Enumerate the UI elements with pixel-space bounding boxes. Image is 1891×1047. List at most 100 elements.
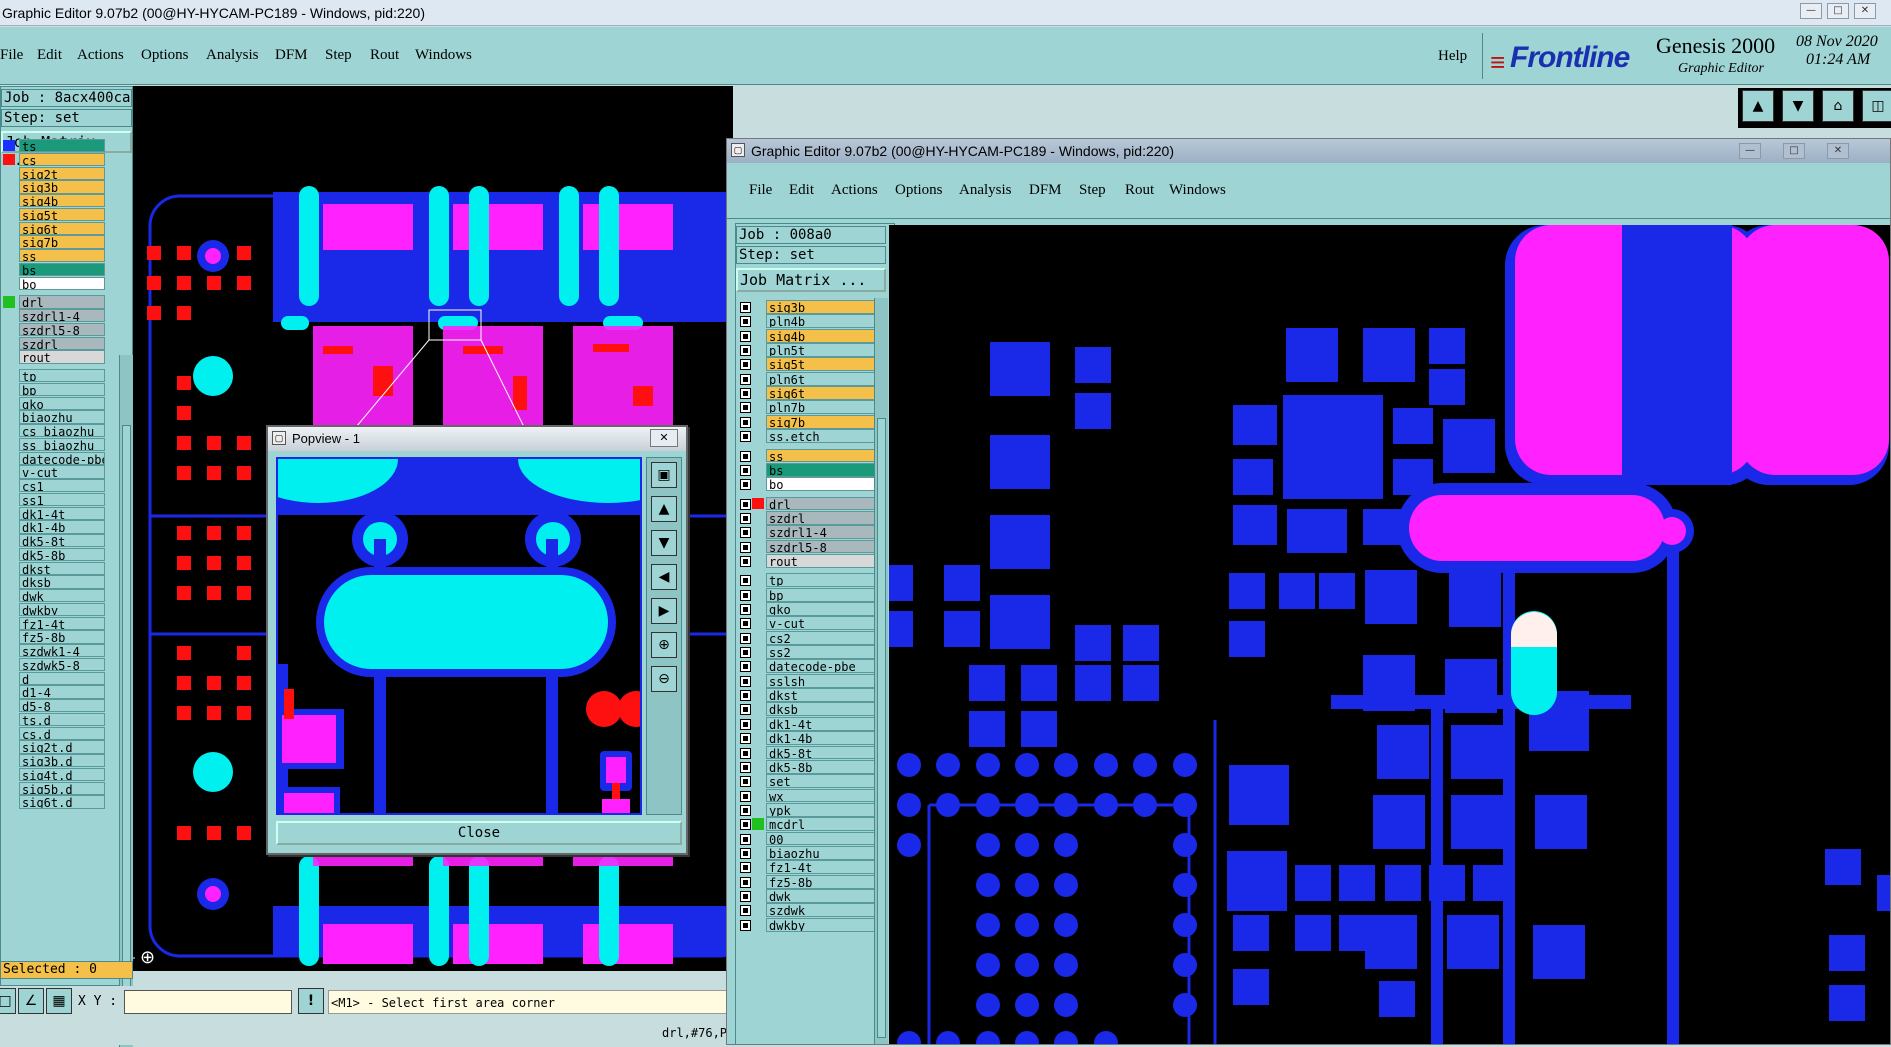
second-layer-name[interactable]: drl bbox=[766, 496, 878, 511]
main-layer-name[interactable]: d bbox=[19, 671, 105, 685]
main-layer-row[interactable]: dwkby bbox=[1, 602, 105, 617]
second-layer-row[interactable]: pln5t bbox=[736, 343, 878, 357]
second-layer-checkbox[interactable] bbox=[740, 733, 751, 745]
second-layer-row[interactable]: fz5-8b bbox=[736, 874, 878, 889]
main-menu-step[interactable]: Step bbox=[325, 48, 352, 63]
second-layer-name[interactable]: sig5t bbox=[766, 357, 878, 372]
main-layer-row[interactable]: sig3b bbox=[1, 180, 105, 194]
second-layer-name[interactable]: tp bbox=[766, 573, 878, 588]
second-layer-name[interactable]: ss.etch bbox=[766, 429, 878, 444]
second-layer-checkbox[interactable] bbox=[740, 761, 751, 773]
main-layer-name[interactable]: cs bbox=[19, 152, 105, 167]
second-layer-row[interactable]: mcdrl bbox=[736, 817, 878, 832]
second-layer-row[interactable]: rout bbox=[736, 553, 878, 568]
main-layer-name[interactable]: fz5-8b bbox=[19, 630, 105, 644]
main-layer-name[interactable]: szdrl bbox=[19, 336, 105, 350]
second-menu-step[interactable]: Step bbox=[1079, 183, 1106, 198]
main-layer-row[interactable]: biaozhu bbox=[1, 410, 105, 424]
main-layer-row[interactable]: dwk bbox=[1, 589, 105, 603]
main-layer-name[interactable]: sig7b bbox=[19, 235, 105, 249]
second-layer-name[interactable]: szdwk bbox=[766, 903, 878, 918]
main-layer-row[interactable]: rout bbox=[1, 350, 105, 364]
main-layer-row[interactable]: dk5-8b bbox=[1, 547, 105, 562]
second-layer-name[interactable]: bp bbox=[766, 587, 878, 602]
main-layer-row[interactable]: sig3b.d bbox=[1, 754, 105, 768]
second-layer-checkbox[interactable] bbox=[740, 498, 751, 510]
second-maximize-button[interactable]: □ bbox=[1783, 143, 1805, 159]
second-layer-checkbox[interactable] bbox=[740, 661, 751, 673]
second-layer-checkbox[interactable] bbox=[740, 604, 751, 615]
second-layer-row[interactable]: szdrl5-8 bbox=[736, 539, 878, 554]
second-layer-name[interactable]: 00 bbox=[766, 831, 878, 846]
second-layer-row[interactable]: dk1-4t bbox=[736, 716, 878, 731]
main-layer-row[interactable]: sig2t bbox=[1, 166, 105, 180]
main-layer-row[interactable]: cs bbox=[1, 152, 105, 167]
main-layer-name[interactable]: sig4t.d bbox=[19, 767, 105, 782]
second-layer-checkbox[interactable] bbox=[740, 819, 751, 831]
main-layer-name[interactable]: v-cut bbox=[19, 465, 105, 479]
second-layer-checkbox[interactable] bbox=[740, 479, 751, 491]
snap-icon[interactable]: □ bbox=[0, 988, 16, 1014]
second-layer-checkbox[interactable] bbox=[740, 790, 751, 802]
main-layer-name[interactable]: drl bbox=[19, 295, 105, 309]
main-layer-name[interactable]: sig6t bbox=[19, 221, 105, 235]
second-layer-checkbox[interactable] bbox=[740, 690, 751, 702]
second-layer-checkbox[interactable] bbox=[740, 302, 751, 313]
second-layer-checkbox[interactable] bbox=[740, 373, 751, 385]
main-layer-name[interactable]: ss bbox=[19, 249, 105, 263]
second-layer-checkbox[interactable] bbox=[740, 804, 751, 816]
main-layer-name[interactable]: cs1 bbox=[19, 479, 105, 493]
main-layer-name[interactable]: sig2t bbox=[19, 166, 105, 180]
second-layer-row[interactable]: dk5-8t bbox=[736, 745, 878, 760]
popview-zoom-in-icon[interactable]: ⊕ bbox=[651, 632, 677, 658]
main-menu-edit[interactable]: Edit bbox=[37, 48, 62, 63]
main-layer-row[interactable]: dk1-4t bbox=[1, 506, 105, 520]
second-layer-checkbox[interactable] bbox=[740, 431, 751, 443]
second-layer-checkbox[interactable] bbox=[740, 416, 751, 428]
second-layer-name[interactable]: fz1-4t bbox=[766, 860, 878, 875]
main-layer-row[interactable]: sig5t bbox=[1, 207, 105, 222]
second-layer-row[interactable]: szdwk bbox=[736, 903, 878, 918]
main-layer-row[interactable]: sig2t.d bbox=[1, 740, 105, 754]
window-layout-icon[interactable]: ◫ bbox=[1862, 90, 1891, 122]
minimize-button[interactable]: — bbox=[1800, 3, 1822, 19]
second-layer-checkbox[interactable] bbox=[740, 632, 751, 644]
main-layer-name[interactable]: bp bbox=[19, 382, 105, 397]
main-layer-row[interactable]: datecode-pbe bbox=[1, 451, 105, 465]
second-layer-checkbox[interactable] bbox=[740, 618, 751, 630]
main-menu-options[interactable]: Options bbox=[141, 48, 189, 63]
second-layer-row[interactable]: gko bbox=[736, 602, 878, 616]
second-layer-checkbox[interactable] bbox=[740, 527, 751, 539]
main-layer-row[interactable]: drl bbox=[1, 295, 105, 309]
second-layer-name[interactable]: dwkby bbox=[766, 917, 878, 932]
second-layer-name[interactable]: gko bbox=[766, 602, 878, 616]
main-layer-row[interactable]: szdrl1-4 bbox=[1, 309, 105, 323]
main-layer-scroll-thumb[interactable] bbox=[122, 425, 131, 1025]
main-layer-name[interactable]: dksb bbox=[19, 575, 105, 589]
second-layer-name[interactable]: dk5-8b bbox=[766, 759, 878, 774]
second-layer-row[interactable]: bp bbox=[736, 587, 878, 602]
xy-input[interactable] bbox=[124, 990, 292, 1014]
second-layer-row[interactable]: bs bbox=[736, 462, 878, 477]
second-layer-name[interactable]: ss2 bbox=[766, 645, 878, 659]
second-layer-name[interactable]: ss bbox=[766, 448, 878, 463]
main-layer-row[interactable]: ss bbox=[1, 249, 105, 263]
popview-close-button[interactable]: Close bbox=[276, 821, 682, 845]
second-layer-row[interactable]: sig4b bbox=[736, 328, 878, 343]
load-layer-icon[interactable]: ▲ bbox=[1742, 90, 1774, 122]
second-layer-name[interactable]: pln6t bbox=[766, 371, 878, 386]
second-layer-name[interactable]: dk1-4t bbox=[766, 716, 878, 731]
second-menu-edit[interactable]: Edit bbox=[789, 183, 814, 198]
second-minimize-button[interactable]: — bbox=[1739, 143, 1761, 159]
second-close-button[interactable]: ✕ bbox=[1827, 143, 1849, 159]
second-layer-row[interactable]: dk1-4b bbox=[736, 731, 878, 746]
main-layer-name[interactable]: sig4b bbox=[19, 194, 105, 208]
popview-pan-right-icon[interactable]: ▶ bbox=[651, 598, 677, 624]
main-layer-name[interactable]: dk5-8t bbox=[19, 534, 105, 548]
second-layer-name[interactable]: rout bbox=[766, 553, 878, 568]
second-layer-name[interactable]: dk1-4b bbox=[766, 731, 878, 746]
second-layer-checkbox[interactable] bbox=[740, 919, 751, 931]
second-layer-row[interactable]: datecode-pbe bbox=[736, 659, 878, 674]
second-layer-checkbox[interactable] bbox=[740, 388, 751, 400]
main-layer-row[interactable]: sig6t.d bbox=[1, 795, 105, 809]
